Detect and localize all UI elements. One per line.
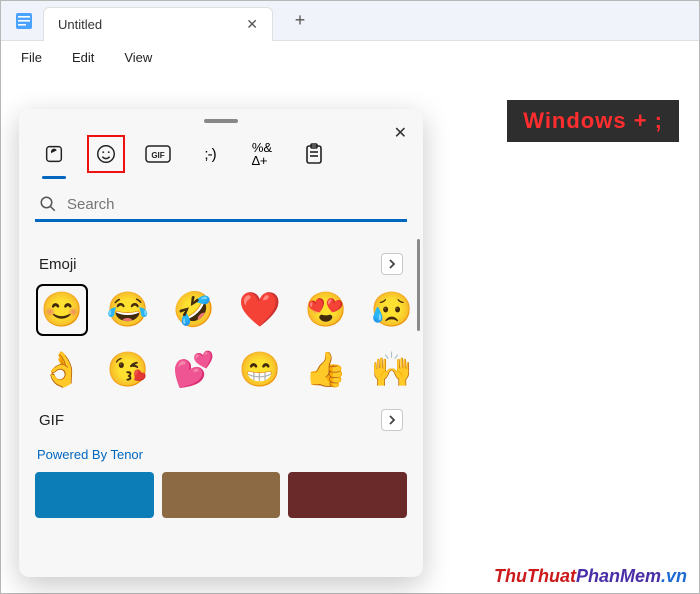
tab-close-button[interactable]: ✕ xyxy=(240,16,264,33)
symbols-icon: %&∆+ xyxy=(252,141,272,167)
menubar: File Edit View xyxy=(1,41,699,73)
titlebar: Untitled ✕ + xyxy=(1,1,699,41)
category-tabs: GIF ;-) %&∆+ xyxy=(19,127,423,173)
scrollbar-thumb[interactable] xyxy=(417,239,420,331)
notepad-app-icon xyxy=(15,12,33,30)
svg-text:GIF: GIF xyxy=(151,151,164,160)
new-tab-button[interactable]: + xyxy=(283,4,317,38)
gif-row xyxy=(35,472,407,518)
category-gif[interactable]: GIF xyxy=(143,139,173,169)
menu-view[interactable]: View xyxy=(110,46,166,69)
emoji-section-header: Emoji xyxy=(35,239,407,285)
gif-icon: GIF xyxy=(145,145,171,163)
emoji-sad-but-relieved-face[interactable]: 😥 xyxy=(367,285,417,335)
recent-icon xyxy=(43,143,65,165)
emoji-ok-hand[interactable]: 👌 xyxy=(37,345,87,395)
gif-section-header: GIF xyxy=(35,395,407,441)
tab-title: Untitled xyxy=(58,17,240,32)
kaomoji-icon: ;-) xyxy=(204,146,215,163)
smiley-icon xyxy=(95,143,117,165)
emoji-expand-button[interactable] xyxy=(381,253,403,275)
gif-expand-button[interactable] xyxy=(381,409,403,431)
emoji-raising-hands[interactable]: 🙌 xyxy=(367,345,417,395)
menu-file[interactable]: File xyxy=(7,46,56,69)
menu-edit[interactable]: Edit xyxy=(58,46,108,69)
picker-scroll-area[interactable]: Emoji 😊 😂 🤣 ❤️ 😍 😥 👌 😘 💕 😁 👍 🙌 GIF Powered By Tenor xyxy=(19,239,423,577)
gif-thumb-0[interactable] xyxy=(35,472,154,518)
search-icon xyxy=(39,195,57,213)
powered-by-tenor[interactable]: Powered By Tenor xyxy=(35,441,407,472)
emoji-face-tears-of-joy[interactable]: 😂 xyxy=(103,285,153,335)
hotkey-annotation: Windows + ; xyxy=(507,100,679,142)
category-clipboard[interactable] xyxy=(299,139,329,169)
emoji-picker-panel: ✕ GIF ;-) %&∆+ xyxy=(19,109,423,577)
notepad-window: Untitled ✕ + File Edit View Windows + ; … xyxy=(0,0,700,594)
search-input[interactable] xyxy=(67,196,403,213)
emoji-section-title: Emoji xyxy=(39,256,77,273)
gif-section-title: GIF xyxy=(39,412,64,429)
emoji-smiling-face-smiling-eyes[interactable]: 😊 xyxy=(37,285,87,335)
emoji-smiling-face-heart-eyes[interactable]: 😍 xyxy=(301,285,351,335)
category-symbols[interactable]: %&∆+ xyxy=(247,139,277,169)
close-button[interactable]: ✕ xyxy=(390,119,411,147)
chevron-right-icon xyxy=(388,259,396,269)
emoji-face-blowing-kiss[interactable]: 😘 xyxy=(103,345,153,395)
document-tab[interactable]: Untitled ✕ xyxy=(43,7,273,41)
emoji-thumbs-up[interactable]: 👍 xyxy=(301,345,351,395)
emoji-two-hearts[interactable]: 💕 xyxy=(169,345,219,395)
emoji-beaming-face[interactable]: 😁 xyxy=(235,345,285,395)
clipboard-icon xyxy=(304,143,324,165)
emoji-rolling-on-floor-laughing[interactable]: 🤣 xyxy=(169,285,219,335)
gif-thumb-2[interactable] xyxy=(288,472,407,518)
gif-thumb-1[interactable] xyxy=(162,472,281,518)
category-emoji[interactable] xyxy=(91,139,121,169)
watermark: ThuThuatPhanMem.vn xyxy=(494,566,687,587)
emoji-red-heart[interactable]: ❤️ xyxy=(235,285,285,335)
category-kaomoji[interactable]: ;-) xyxy=(195,139,225,169)
search-field[interactable] xyxy=(35,189,407,222)
drag-handle[interactable] xyxy=(204,119,238,123)
chevron-right-icon xyxy=(388,415,396,425)
category-recent[interactable] xyxy=(39,139,69,169)
emoji-grid: 😊😂🤣❤️😍😥👌😘💕😁👍🙌 xyxy=(35,285,407,395)
